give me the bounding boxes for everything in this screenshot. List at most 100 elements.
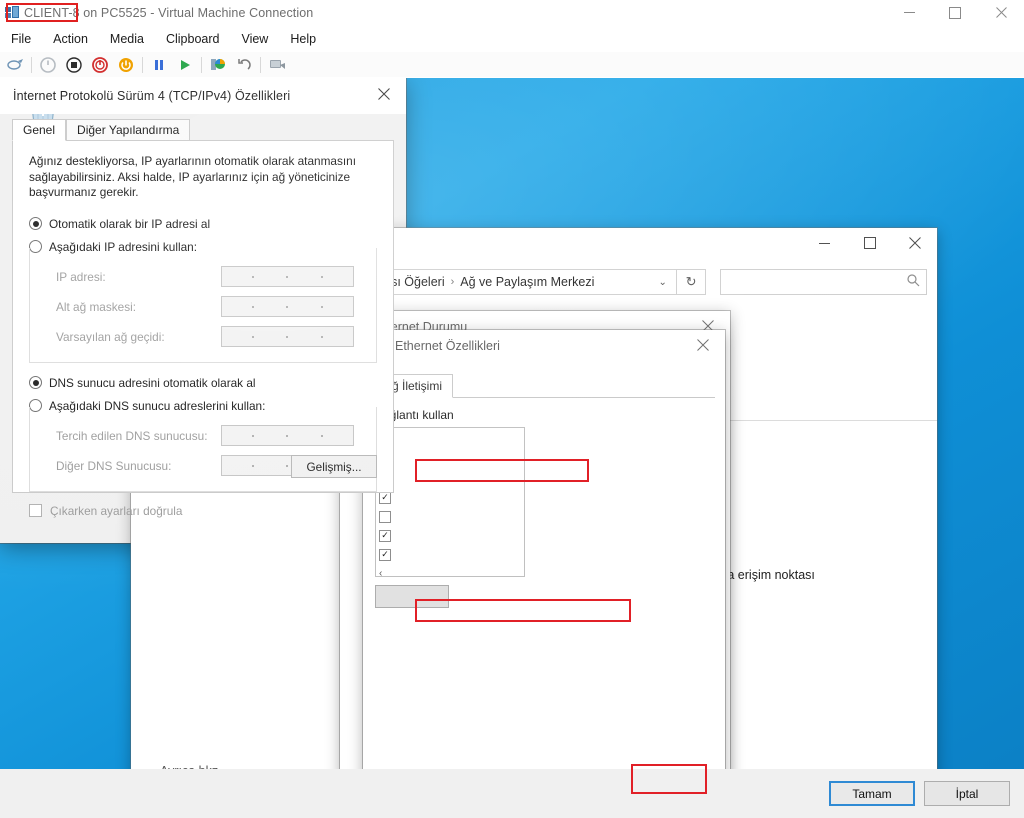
vm-app-icon	[4, 5, 22, 21]
nsc-minimize-button[interactable]	[802, 228, 847, 258]
preferred-dns-row: Tercih edilen DNS sunucusu:	[56, 421, 372, 451]
install-button[interactable]	[375, 585, 449, 608]
ip-separator-dot	[320, 434, 323, 437]
list-item[interactable]: ✓	[379, 469, 521, 488]
nsc-caption-buttons	[802, 228, 937, 264]
preferred-dns-label: Tercih edilen DNS sunucusu:	[56, 428, 208, 443]
ip-separator-dot	[320, 335, 323, 338]
subnet-mask-input[interactable]	[221, 296, 354, 317]
list-item[interactable]: ✓	[379, 450, 521, 469]
vm-menubar: File Action Media Clipboard View Help	[0, 27, 1024, 51]
ethernet-properties-window: Ethernet Özellikleri Ağ İletişimi Bağlan…	[363, 330, 725, 801]
protocol-listbox[interactable]: ✓ ✓ ✓ ✓ ✓ ✓ ‹	[375, 427, 525, 577]
ethernet-properties-close-button[interactable]	[680, 330, 725, 360]
checkbox-icon-validate[interactable]	[29, 504, 42, 517]
refresh-button[interactable]: ↻	[676, 269, 707, 295]
menu-media[interactable]: Media	[99, 29, 155, 49]
validate-on-exit-row[interactable]: Çıkarken ayarları doğrula	[29, 504, 377, 518]
start-power-icon[interactable]	[114, 54, 138, 76]
ip-address-label: IP adresi:	[56, 269, 106, 284]
list-item[interactable]	[379, 507, 521, 526]
turn-off-icon[interactable]	[62, 54, 86, 76]
ok-button[interactable]: Tamam	[829, 781, 915, 806]
ipv4-titlebar: İnternet Protokolü Sürüm 4 (TCP/IPv4) Öz…	[0, 78, 406, 114]
search-input[interactable]	[720, 269, 928, 295]
toolbar-separator	[142, 56, 143, 73]
default-gateway-input[interactable]	[221, 326, 354, 347]
ip-separator-dot	[286, 335, 289, 338]
ipv4-properties-dialog: İnternet Protokolü Sürüm 4 (TCP/IPv4) Öz…	[0, 78, 1024, 818]
shutdown-icon[interactable]	[36, 54, 60, 76]
ip-auto-radio-row[interactable]: Otomatik olarak bir IP adresi al	[29, 217, 377, 231]
vm-minimize-button[interactable]	[886, 0, 932, 25]
enhanced-session-icon[interactable]	[265, 54, 289, 76]
power-off-icon[interactable]	[88, 54, 112, 76]
cancel-button[interactable]: İptal	[924, 781, 1010, 806]
play-icon[interactable]	[173, 54, 197, 76]
ip-separator-dot	[286, 275, 289, 278]
toolbar-separator	[201, 56, 202, 73]
checkbox-icon[interactable]: ✓	[379, 491, 391, 504]
default-gateway-row: Varsayılan ağ geçidi:	[56, 322, 372, 352]
menu-file[interactable]: File	[0, 29, 42, 49]
ip-separator-dot	[252, 305, 255, 308]
ip-separator-dot	[252, 434, 255, 437]
revert-icon[interactable]	[232, 54, 256, 76]
breadcrumb-item-1[interactable]: Ağ ve Paylaşım Merkezi	[460, 275, 594, 289]
connection-group-label: Bağlantı kullan	[375, 408, 454, 422]
ethernet-properties-buttonrow	[375, 585, 713, 608]
screen-root: CLIENT-8 on PC5525 - Virtual Machine Con…	[0, 0, 1024, 818]
tab-genel[interactable]: Genel	[12, 119, 67, 141]
menu-help[interactable]: Help	[279, 29, 327, 49]
list-item[interactable]: ✓	[379, 431, 521, 450]
nsc-close-button[interactable]	[892, 228, 937, 258]
radio-icon-dns-auto[interactable]	[29, 376, 42, 389]
radio-icon-ip-auto[interactable]	[29, 217, 42, 230]
menu-action[interactable]: Action	[42, 29, 99, 49]
advanced-button[interactable]: Gelişmiş...	[291, 455, 377, 478]
search-icon	[907, 274, 920, 290]
ip-separator-dot	[286, 305, 289, 308]
validate-on-exit-label: Çıkarken ayarları doğrula	[50, 503, 183, 518]
ethernet-properties-body: Bağlantı kullan ✓ ✓ ✓ ✓ ✓ ✓ ‹	[363, 398, 725, 618]
nsc-maximize-button[interactable]	[847, 228, 892, 258]
ctrl-alt-del-icon[interactable]	[3, 54, 27, 76]
listbox-scroll-left-icon[interactable]: ‹	[379, 564, 521, 576]
ipv4-title-text: İnternet Protokolü Sürüm 4 (TCP/IPv4) Öz…	[13, 89, 291, 103]
menu-view[interactable]: View	[230, 29, 279, 49]
vm-title-text: CLIENT-8 on PC5525 - Virtual Machine Con…	[24, 5, 314, 20]
toolbar-separator	[31, 56, 32, 73]
dns-auto-radio-row[interactable]: DNS sunucu adresini otomatik olarak al	[29, 376, 377, 390]
subnet-mask-row: Alt ağ maskesi:	[56, 292, 372, 322]
ip-separator-dot	[286, 464, 289, 467]
vm-toolbar	[0, 52, 1024, 77]
breadcrumb-dropdown-icon[interactable]: ⌄	[659, 277, 672, 288]
ip-separator-dot	[252, 275, 255, 278]
vm-titlebar: CLIENT-8 on PC5525 - Virtual Machine Con…	[0, 0, 1024, 25]
toolbar-separator	[260, 56, 261, 73]
ethernet-properties-titlebar: Ethernet Özellikleri	[363, 330, 725, 362]
vm-maximize-button[interactable]	[932, 0, 978, 25]
tab-diger-yapilandirma[interactable]: Diğer Yapılandırma	[66, 119, 191, 141]
guest-desktop: GeriDönüşu... MicrosoftEdge	[0, 78, 1024, 818]
ip-address-input[interactable]	[221, 266, 354, 287]
checkbox-icon[interactable]: ✓	[379, 548, 391, 561]
ip-separator-dot	[320, 305, 323, 308]
checkbox-icon[interactable]	[379, 510, 391, 523]
list-item[interactable]: ✓	[379, 488, 521, 507]
vm-close-button[interactable]	[978, 0, 1024, 25]
checkbox-icon[interactable]: ✓	[379, 529, 391, 542]
pause-icon[interactable]	[147, 54, 171, 76]
preferred-dns-input[interactable]	[221, 425, 354, 446]
breadcrumb-separator: ›	[450, 276, 455, 288]
menu-clipboard[interactable]: Clipboard	[155, 29, 231, 49]
alternate-dns-label: Diğer DNS Sunucusu:	[56, 458, 172, 473]
list-item[interactable]: ✓	[379, 526, 521, 545]
ethernet-properties-tabstrip: Ağ İletişimi	[373, 372, 715, 398]
checkpoint-icon[interactable]	[206, 54, 230, 76]
list-item[interactable]: ✓	[379, 545, 521, 564]
ipv4-close-button[interactable]	[362, 78, 406, 110]
ip-separator-dot	[320, 275, 323, 278]
ip-fields-group: IP adresi: Alt ağ maskesi: Varsayılan ağ…	[29, 247, 377, 363]
